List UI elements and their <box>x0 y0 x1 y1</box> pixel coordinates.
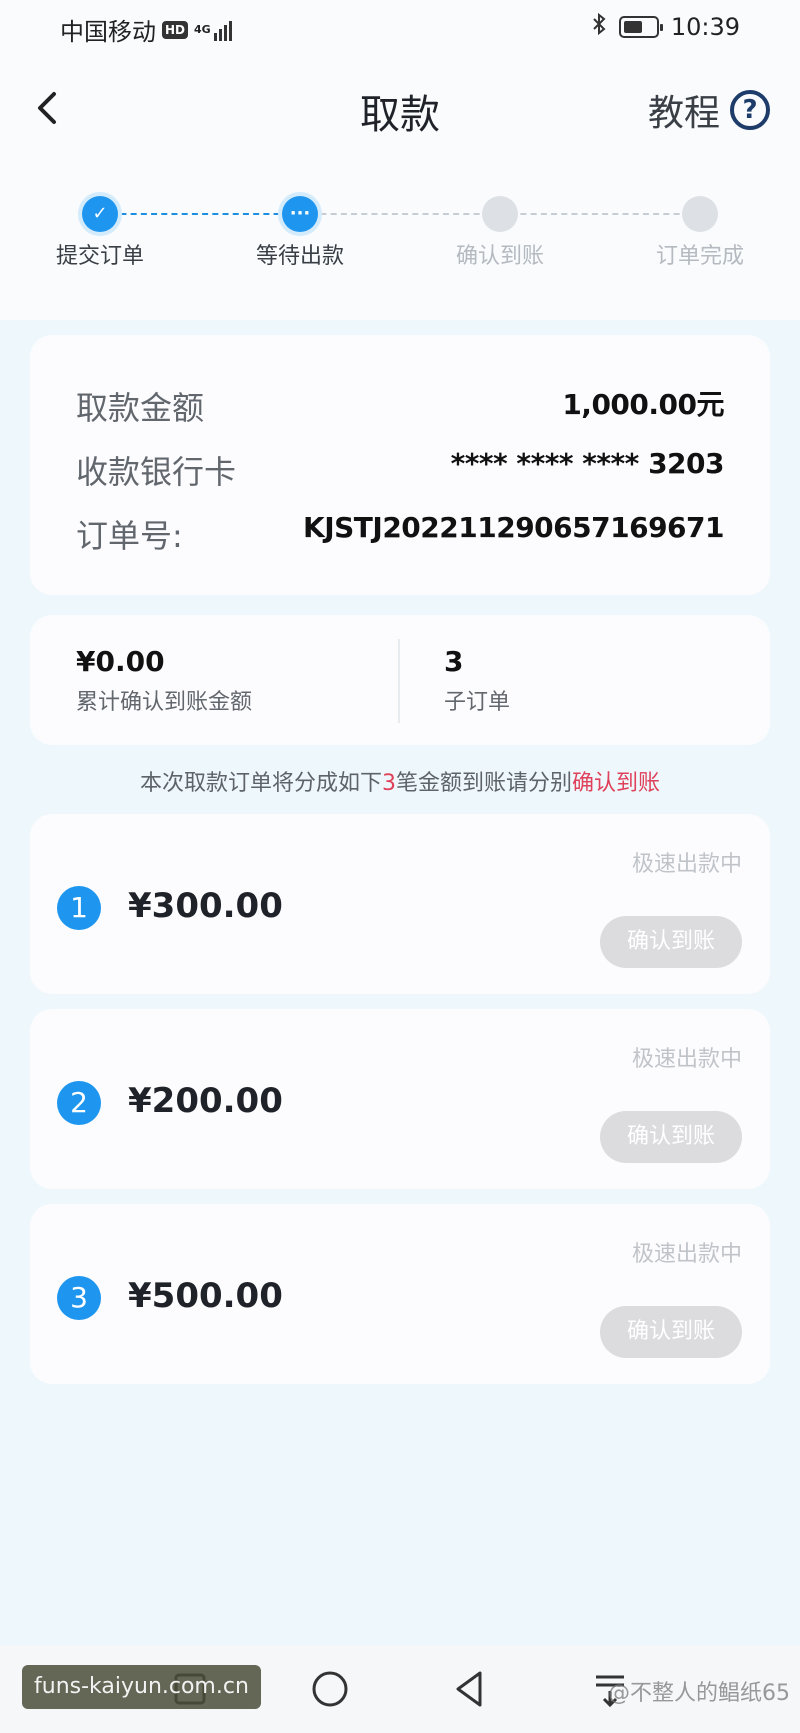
order-number-label: 订单号: <box>76 517 183 555</box>
status-left: 中国移动 HD 4G <box>60 12 233 47</box>
progress-stepper: ✓ ··· 提交订单 等待出款 确认到账 订单完成 <box>0 196 800 276</box>
summary-card: ¥0.00 累计确认到账金额 3 子订单 <box>30 615 770 745</box>
step-dot-waiting: ··· <box>282 196 318 232</box>
confirmed-total-value: ¥0.00 <box>76 645 165 678</box>
triangle-back-icon <box>456 1671 482 1707</box>
suborder-count-label: 子订单 <box>444 690 511 715</box>
step-label-waiting: 等待出款 <box>255 244 344 269</box>
confirm-received-button[interactable]: 确认到账 <box>600 916 742 968</box>
amount-row: 取款金额 1,000.00元 <box>76 383 724 433</box>
sub-order-number: 2 <box>57 1081 101 1125</box>
status-right: 10:39 <box>591 12 740 42</box>
watermark-site: funs-kaiyun.com.cn <box>22 1665 261 1709</box>
suborder-count: 3 子订单 <box>444 645 510 716</box>
step-dot-confirm <box>482 196 518 232</box>
sub-order-card-1: 1 ¥300.00 极速出款中 确认到账 <box>30 814 770 994</box>
notice-count: 3 <box>381 771 396 796</box>
network-type: 4G <box>194 22 211 36</box>
sub-order-amount: ¥200.00 <box>128 1081 283 1121</box>
battery-icon <box>618 16 663 38</box>
notice-prefix: 本次取款订单将分成如下 <box>139 771 382 796</box>
home-button[interactable] <box>308 1667 352 1711</box>
bluetooth-icon <box>591 12 607 42</box>
system-nav-bar: funs-kaiyun.com.cn @不整人的鲳纸65 <box>0 1645 800 1733</box>
sub-order-status: 极速出款中 <box>631 852 742 877</box>
signal-icon <box>214 19 233 41</box>
sub-order-number: 1 <box>57 886 101 930</box>
sub-order-card-3: 3 ¥500.00 极速出款中 确认到账 <box>30 1204 770 1384</box>
confirmed-total-label: 累计确认到账金额 <box>76 690 253 715</box>
bank-card-value: **** **** **** 3203 <box>450 447 725 480</box>
clock: 10:39 <box>670 13 740 41</box>
step-label-submit: 提交订单 <box>55 244 144 269</box>
split-notice: 本次取款订单将分成如下3笔金额到账请分别确认到账 <box>0 765 800 797</box>
sub-order-amount: ¥300.00 <box>128 886 283 926</box>
notice-action: 确认到账 <box>572 771 661 796</box>
step-dot-submit: ✓ <box>82 196 118 232</box>
step-dot-complete <box>682 196 718 232</box>
circle-icon <box>312 1671 348 1707</box>
order-number-value: KJSTJ20221129065716967‍1 <box>303 511 724 544</box>
tutorial-button[interactable]: 教程 ? <box>648 84 770 136</box>
order-number-row: 订单号: KJSTJ20221129065716967‍1 <box>76 511 724 561</box>
step-connector-3 <box>500 213 700 215</box>
status-bar: 中国移动 HD 4G 10:39 <box>0 0 800 56</box>
bank-card-row: 收款银行卡 **** **** **** 3203 <box>76 447 725 497</box>
confirm-received-button[interactable]: 确认到账 <box>600 1306 742 1358</box>
sub-order-status: 极速出款中 <box>631 1242 742 1267</box>
step-connector-2 <box>300 213 500 215</box>
help-icon: ? <box>730 90 770 130</box>
suborder-count-value: 3 <box>444 645 464 678</box>
amount-label: 取款金额 <box>76 389 205 427</box>
sub-order-number: 3 <box>57 1276 101 1320</box>
amount-value: 1,000.00元 <box>562 388 724 421</box>
tutorial-label: 教程 <box>647 93 720 134</box>
nav-header: 取款 教程 ? <box>0 70 800 146</box>
confirm-received-button[interactable]: 确认到账 <box>600 1111 742 1163</box>
step-label-complete: 订单完成 <box>655 244 744 269</box>
summary-divider <box>398 639 400 723</box>
step-label-confirm: 确认到账 <box>455 244 544 269</box>
confirmed-total: ¥0.00 累计确认到账金额 <box>76 645 252 716</box>
step-connector-1 <box>100 213 300 215</box>
order-info-card: 取款金额 1,000.00元 收款银行卡 **** **** **** 3203… <box>30 335 770 595</box>
sub-order-card-2: 2 ¥200.00 极速出款中 确认到账 <box>30 1009 770 1189</box>
bank-card-label: 收款银行卡 <box>76 453 237 491</box>
hd-badge: HD <box>162 20 189 39</box>
sub-order-status: 极速出款中 <box>631 1047 742 1072</box>
sub-order-amount: ¥500.00 <box>128 1276 283 1316</box>
watermark-author: @不整人的鲳纸65 <box>608 1681 790 1706</box>
carrier-name: 中国移动 <box>60 18 156 46</box>
back-nav-button[interactable] <box>448 1667 492 1711</box>
notice-middle: 笔金额到账请分别 <box>395 771 572 796</box>
